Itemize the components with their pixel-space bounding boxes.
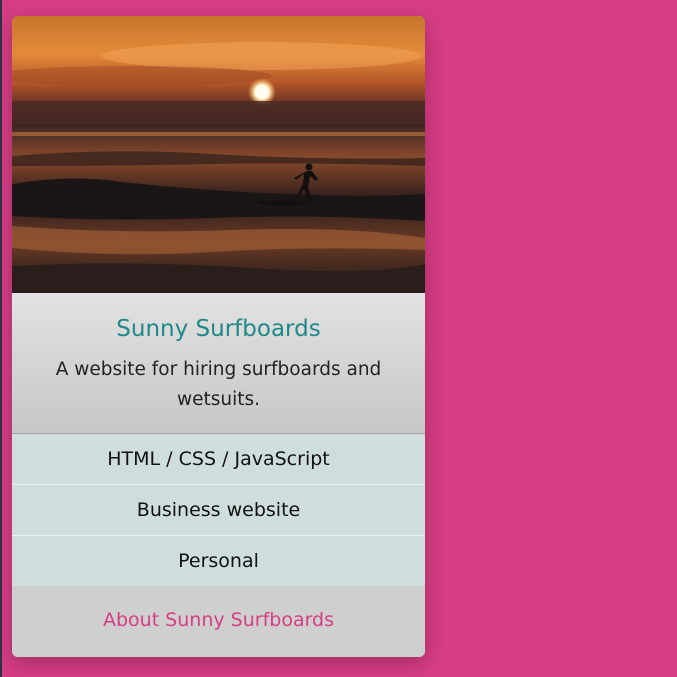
about-link[interactable]: About Sunny Surfboards (103, 609, 334, 631)
tag-item-category: Business website (12, 485, 425, 536)
project-card: Sunny Surfboards A website for hiring su… (12, 16, 425, 657)
surfboard-hero-image (12, 16, 425, 293)
tag-list: HTML / CSS / JavaScript Business website… (12, 434, 425, 588)
card-footer: About Sunny Surfboards (12, 587, 425, 657)
left-edge-strip (0, 0, 2, 677)
card-body: Sunny Surfboards A website for hiring su… (12, 293, 425, 434)
tag-item-technology: HTML / CSS / JavaScript (12, 434, 425, 485)
tag-item-type: Personal (12, 536, 425, 586)
card-description: A website for hiring surfboards and wets… (55, 359, 382, 410)
card-title: Sunny Surfboards (116, 316, 321, 342)
